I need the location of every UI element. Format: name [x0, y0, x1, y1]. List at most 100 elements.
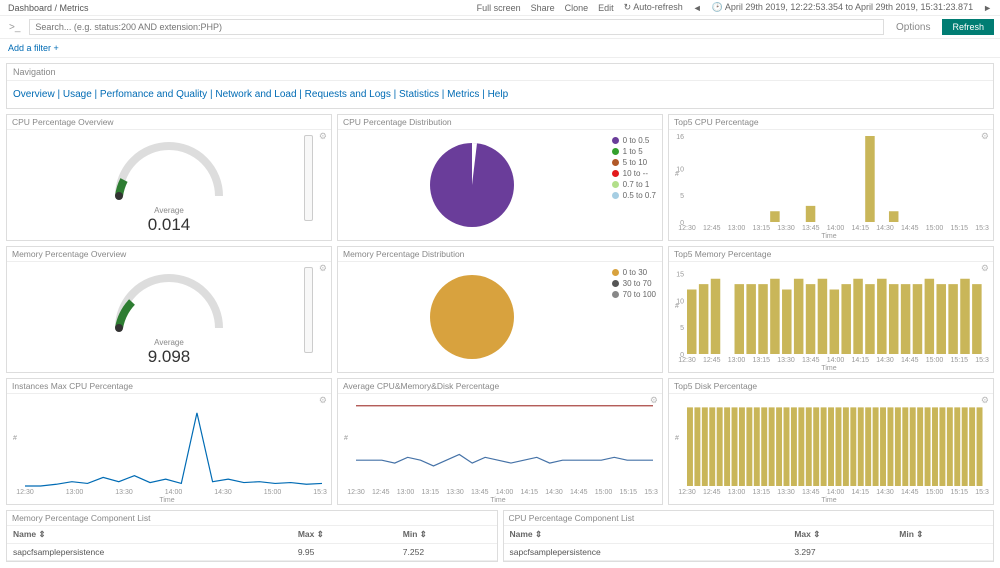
svg-text:14:00: 14:00 — [827, 357, 845, 364]
svg-text:14:15: 14:15 — [851, 489, 869, 496]
table-title-cpu-comp: CPU Percentage Component List — [504, 511, 994, 526]
svg-text:Time: Time — [159, 497, 174, 504]
fullscreen-link[interactable]: Full screen — [477, 3, 521, 13]
search-input[interactable] — [29, 19, 884, 35]
svg-text:15:30: 15:30 — [975, 357, 989, 364]
nav-link[interactable]: Network and Load — [215, 89, 296, 100]
col-header[interactable]: Max ⇕ — [788, 526, 893, 544]
legend-cpu-dist: 0 to 0.51 to 55 to 1010 to --0.7 to 10.5… — [606, 130, 662, 240]
svg-text:5: 5 — [680, 193, 684, 200]
svg-text:13:15: 13:15 — [421, 489, 439, 496]
svg-text:14:30: 14:30 — [876, 357, 894, 364]
refresh-button[interactable]: Refresh — [942, 19, 994, 35]
svg-text:14:30: 14:30 — [545, 489, 563, 496]
edit-link[interactable]: Edit — [598, 3, 614, 13]
cpu-comp-table: Name ⇕Max ⇕Min ⇕ sapcfsamplepersistence3… — [504, 526, 994, 561]
svg-text:14:45: 14:45 — [901, 489, 919, 496]
panel-title-top5-disk: Top5 Disk Percentage — [669, 379, 993, 394]
svg-text:15:30: 15:30 — [975, 489, 989, 496]
col-header[interactable]: Min ⇕ — [893, 526, 993, 544]
svg-text:15:15: 15:15 — [950, 357, 968, 364]
table-row: sapcfsamplepersistence9.957.252 — [7, 544, 497, 561]
top5-cpu-chart: 05101612:3012:4513:0013:1513:3013:4514:0… — [669, 130, 989, 240]
svg-text:14:15: 14:15 — [851, 357, 869, 364]
clone-link[interactable]: Clone — [565, 3, 589, 13]
nav-link[interactable]: Perfomance and Quality — [100, 89, 207, 100]
svg-text:Time: Time — [821, 365, 836, 372]
svg-text:14:45: 14:45 — [901, 225, 919, 232]
nav-link[interactable]: Statistics — [399, 89, 439, 100]
time-range[interactable]: 🕑 April 29th 2019, 12:22:53.354 to April… — [712, 2, 973, 13]
svg-text:#: # — [675, 435, 679, 442]
svg-text:13:00: 13:00 — [728, 489, 746, 496]
svg-text:12:45: 12:45 — [703, 489, 721, 496]
time-next-icon[interactable]: ► — [983, 3, 992, 13]
svg-text:#: # — [675, 303, 679, 310]
mem-gauge — [94, 268, 244, 338]
options-link[interactable]: Options — [890, 20, 936, 35]
svg-text:12:45: 12:45 — [703, 357, 721, 364]
svg-text:13:30: 13:30 — [115, 489, 133, 496]
svg-text:14:00: 14:00 — [496, 489, 514, 496]
svg-text:13:45: 13:45 — [471, 489, 489, 496]
svg-text:14:30: 14:30 — [214, 489, 232, 496]
svg-text:13:45: 13:45 — [802, 489, 820, 496]
panel-title-cpu-overview: CPU Percentage Overview — [7, 115, 331, 130]
nav-link[interactable]: Help — [488, 89, 509, 100]
svg-text:15:00: 15:00 — [926, 225, 944, 232]
svg-text:15:15: 15:15 — [950, 225, 968, 232]
query-lang-icon[interactable]: >_ — [6, 22, 23, 33]
col-header[interactable]: Min ⇕ — [397, 526, 497, 544]
table-title-mem-comp: Memory Percentage Component List — [7, 511, 497, 526]
svg-text:13:15: 13:15 — [752, 225, 770, 232]
panel-title-mem-overview: Memory Percentage Overview — [7, 247, 331, 262]
svg-text:12:30: 12:30 — [678, 489, 696, 496]
svg-text:14:00: 14:00 — [827, 225, 845, 232]
svg-text:12:45: 12:45 — [703, 225, 721, 232]
svg-text:#: # — [344, 435, 348, 442]
nav-link[interactable]: Requests and Logs — [305, 89, 391, 100]
svg-text:13:00: 13:00 — [397, 489, 415, 496]
svg-text:13:45: 13:45 — [802, 225, 820, 232]
nav-title: Navigation — [7, 64, 993, 81]
svg-text:14:15: 14:15 — [851, 225, 869, 232]
time-prev-icon[interactable]: ◄ — [693, 3, 702, 13]
panel-title-mem-dist: Memory Percentage Distribution — [338, 247, 662, 262]
svg-text:#: # — [675, 171, 679, 178]
nav-link[interactable]: Overview — [13, 89, 55, 100]
nav-link[interactable]: Usage — [63, 89, 92, 100]
share-link[interactable]: Share — [531, 3, 555, 13]
svg-text:#: # — [13, 435, 17, 442]
cpu-gauge — [94, 136, 244, 206]
gauge-value: 0.014 — [148, 215, 191, 235]
svg-text:14:30: 14:30 — [876, 489, 894, 496]
svg-text:12:30: 12:30 — [678, 357, 696, 364]
col-header[interactable]: Max ⇕ — [292, 526, 397, 544]
legend-mem-dist: 0 to 3030 to 7070 to 100 — [606, 262, 662, 372]
col-header[interactable]: Name ⇕ — [7, 526, 292, 544]
gauge-label: Average — [154, 338, 184, 347]
col-header[interactable]: Name ⇕ — [504, 526, 789, 544]
autorefresh-link[interactable]: ↻ Auto-refresh — [624, 2, 683, 13]
add-filter-link[interactable]: Add a filter + — [0, 39, 1000, 58]
mem-comp-table: Name ⇕Max ⇕Min ⇕ sapcfsamplepersistence9… — [7, 526, 497, 561]
svg-text:15:00: 15:00 — [926, 489, 944, 496]
breadcrumb: Dashboard / Metrics — [8, 3, 89, 13]
svg-text:13:00: 13:00 — [728, 357, 746, 364]
svg-text:13:15: 13:15 — [752, 357, 770, 364]
panel-title-top5-cpu: Top5 CPU Percentage — [669, 115, 993, 130]
gauge-label: Average — [154, 206, 184, 215]
nav-link[interactable]: Metrics — [447, 89, 479, 100]
svg-text:15: 15 — [676, 271, 684, 278]
svg-text:Time: Time — [490, 497, 505, 504]
svg-text:14:45: 14:45 — [901, 357, 919, 364]
svg-text:15:00: 15:00 — [595, 489, 613, 496]
gauge-value: 9.098 — [148, 347, 191, 367]
svg-text:15:30: 15:30 — [644, 489, 658, 496]
avg-cmd-chart: 12:3012:4513:0013:1513:3013:4514:0014:15… — [338, 394, 658, 504]
svg-text:15:15: 15:15 — [950, 489, 968, 496]
inst-max-cpu-chart: 12:3013:0013:3014:0014:3015:0015:30Time# — [7, 394, 327, 504]
svg-text:13:30: 13:30 — [446, 489, 464, 496]
table-row: sapcfsamplepersistence3.297 — [504, 544, 994, 561]
svg-text:12:45: 12:45 — [372, 489, 390, 496]
